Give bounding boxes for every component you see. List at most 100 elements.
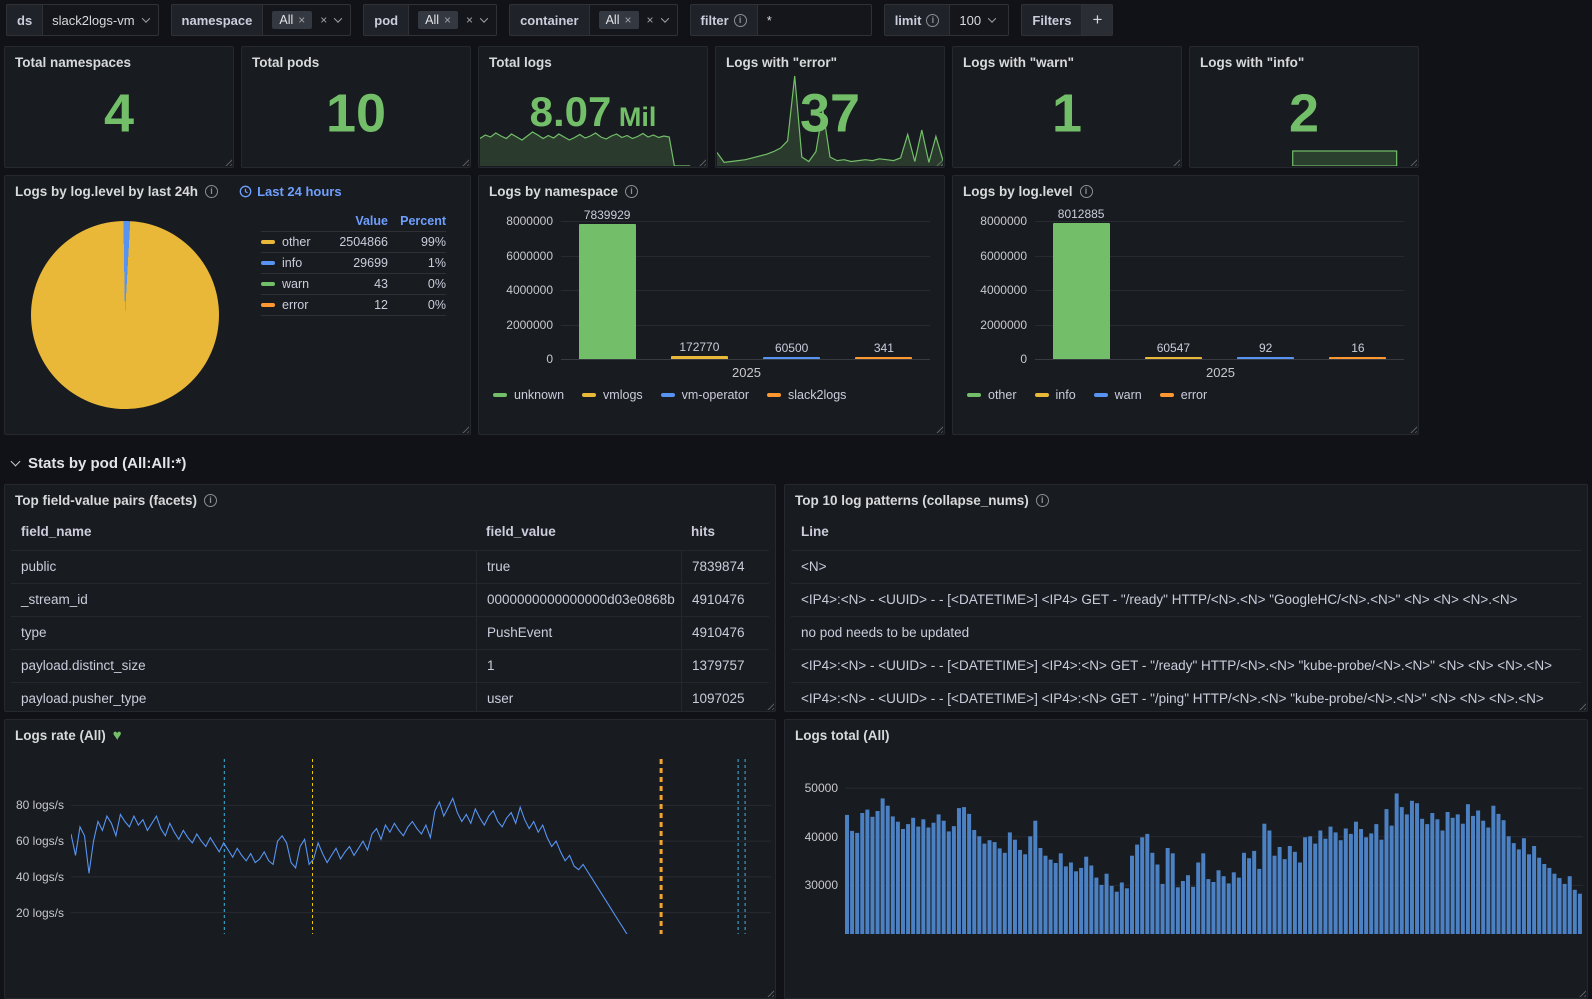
resize-handle[interactable] [934, 424, 943, 433]
stat-value: 4 [103, 83, 135, 144]
stat-panel-total-pods: Total pods 10 [241, 46, 471, 168]
legend-item[interactable]: vm-operator [660, 388, 749, 402]
column-header[interactable]: field_name [11, 516, 476, 550]
panel-title[interactable]: Top field-value pairs (facets) [15, 493, 197, 508]
limit-control[interactable]: limit i 100 [883, 4, 1010, 36]
close-icon[interactable]: × [444, 14, 451, 26]
chevron-down-icon[interactable] [987, 14, 997, 23]
clear-icon[interactable]: × [647, 14, 654, 26]
bar-panel-logs-by-level: Logs by log.level i 8000000 6000000 4000000… [952, 175, 1419, 435]
legend-header-value[interactable]: Value [326, 214, 388, 228]
legend-label[interactable]: warn [282, 277, 326, 291]
legend-label[interactable]: error [282, 298, 326, 312]
close-icon[interactable]: × [624, 14, 631, 26]
line-plot [71, 759, 771, 934]
panel-title[interactable]: Logs by log.level [963, 184, 1073, 199]
pod-chip[interactable]: All × [418, 11, 459, 29]
stat-value: 8.07 Mil [529, 88, 657, 136]
datasource-picker[interactable]: ds slack2logs-vm [6, 4, 159, 36]
panel-title[interactable]: Logs with "warn" [953, 47, 1181, 72]
legend-item[interactable]: warn [1093, 388, 1142, 402]
info-icon[interactable]: i [733, 13, 747, 27]
resize-handle[interactable] [460, 424, 469, 433]
chart-legend: unknown vmlogs vm-operator slack2logs [479, 382, 944, 402]
chevron-down-icon[interactable] [141, 14, 150, 23]
table-header-row: Line [791, 516, 1581, 550]
resize-handle[interactable] [1408, 424, 1417, 433]
container-variable[interactable]: container All × × [509, 4, 678, 36]
namespace-variable[interactable]: namespace All × × [170, 4, 352, 36]
legend-item[interactable]: info [1034, 388, 1076, 402]
panel-title[interactable]: Total pods [242, 47, 470, 72]
legend-item[interactable]: slack2logs [767, 388, 846, 402]
resize-handle[interactable] [223, 157, 232, 166]
container-select[interactable]: All × × [588, 4, 678, 36]
clear-icon[interactable]: × [466, 14, 473, 26]
y-axis-labels: 8000000 6000000 4000000 2000000 0 [506, 214, 553, 366]
resize-handle[interactable] [460, 157, 469, 166]
table-row: payload.distinct_size 1 1379757 [11, 649, 769, 682]
filter-box[interactable] [756, 4, 872, 36]
chart-panel-logs-total: Logs total (All) 50000 40000 30000 [784, 719, 1588, 999]
panel-title[interactable]: Top 10 log patterns (collapse_nums) [795, 493, 1029, 508]
time-range-link[interactable]: Last 24 hours [239, 184, 342, 199]
stat-panel-logs-info: Logs with "info" 2 [1189, 46, 1419, 168]
pod-select[interactable]: All × × [408, 4, 498, 36]
legend-label[interactable]: other [282, 235, 326, 249]
pie-legend: Value Percent other 2504866 99% info 296… [261, 211, 446, 409]
chevron-down-icon[interactable] [334, 14, 343, 23]
legend-label[interactable]: info [282, 256, 326, 270]
legend-item[interactable]: unknown [493, 388, 564, 402]
info-icon[interactable]: i [1079, 185, 1093, 198]
container-chip[interactable]: All × [598, 11, 639, 29]
panel-title[interactable]: Logs total (All) [795, 728, 890, 743]
stat-value: 2 [1288, 83, 1320, 144]
filters-control[interactable]: Filters + [1021, 4, 1114, 36]
pie-panel-logs-by-level-24h: Logs by log.level by last 24h i Last 24 … [4, 175, 471, 435]
container-label: container [509, 4, 589, 36]
panel-title[interactable]: Logs by log.level by last 24h [15, 184, 198, 199]
resize-handle[interactable] [1577, 988, 1586, 997]
resize-handle[interactable] [765, 988, 774, 997]
info-icon[interactable]: i [625, 185, 639, 198]
stat-panel-total-namespaces: Total namespaces 4 [4, 46, 234, 168]
filter-control[interactable]: filter i [689, 4, 872, 36]
panel-title[interactable]: Logs by namespace [489, 184, 618, 199]
pod-variable[interactable]: pod All × × [363, 4, 498, 36]
column-header[interactable]: Line [791, 516, 1581, 550]
legend-item[interactable]: other [967, 388, 1017, 402]
chevron-down-icon[interactable] [479, 14, 489, 23]
legend-color-chip [261, 282, 275, 286]
ds-select[interactable]: slack2logs-vm [42, 4, 159, 36]
namespace-chip[interactable]: All × [272, 11, 313, 29]
filter-input[interactable] [766, 12, 862, 28]
panel-title[interactable]: Logs with "info" [1190, 47, 1418, 72]
namespace-select[interactable]: All × × [262, 4, 352, 36]
column-header[interactable]: hits [681, 516, 769, 550]
panel-title[interactable]: Total namespaces [5, 47, 233, 72]
resize-handle[interactable] [1171, 157, 1180, 166]
ds-value: slack2logs-vm [52, 12, 135, 28]
table-row: type PushEvent 4910476 [11, 616, 769, 649]
panel-title[interactable]: Logs with "error" [716, 47, 944, 72]
info-icon[interactable]: i [205, 185, 219, 198]
legend-item[interactable]: error [1159, 388, 1207, 402]
clear-icon[interactable]: × [320, 14, 327, 26]
close-icon[interactable]: × [298, 14, 305, 26]
info-icon[interactable]: i [926, 13, 940, 27]
info-icon[interactable]: i [204, 494, 218, 507]
legend-color-chip [261, 261, 275, 265]
y-axis-labels: 8000000 6000000 4000000 2000000 0 [980, 214, 1027, 366]
info-icon[interactable]: i [1035, 494, 1049, 507]
section-title: Stats by pod (All:All:*) [28, 454, 187, 472]
panel-title[interactable]: Logs rate (All) [15, 728, 106, 743]
limit-select[interactable]: 100 [949, 4, 1010, 36]
limit-value: 100 [959, 12, 982, 28]
add-filter-button[interactable]: + [1081, 4, 1114, 36]
legend-header-percent[interactable]: Percent [388, 214, 446, 228]
column-header[interactable]: field_value [476, 516, 681, 550]
panel-title[interactable]: Total logs [479, 47, 707, 72]
chevron-down-icon[interactable] [660, 14, 669, 23]
legend-item[interactable]: vmlogs [582, 388, 643, 402]
row-section-stats-by-pod[interactable]: Stats by pod (All:All:*) [4, 442, 1588, 484]
